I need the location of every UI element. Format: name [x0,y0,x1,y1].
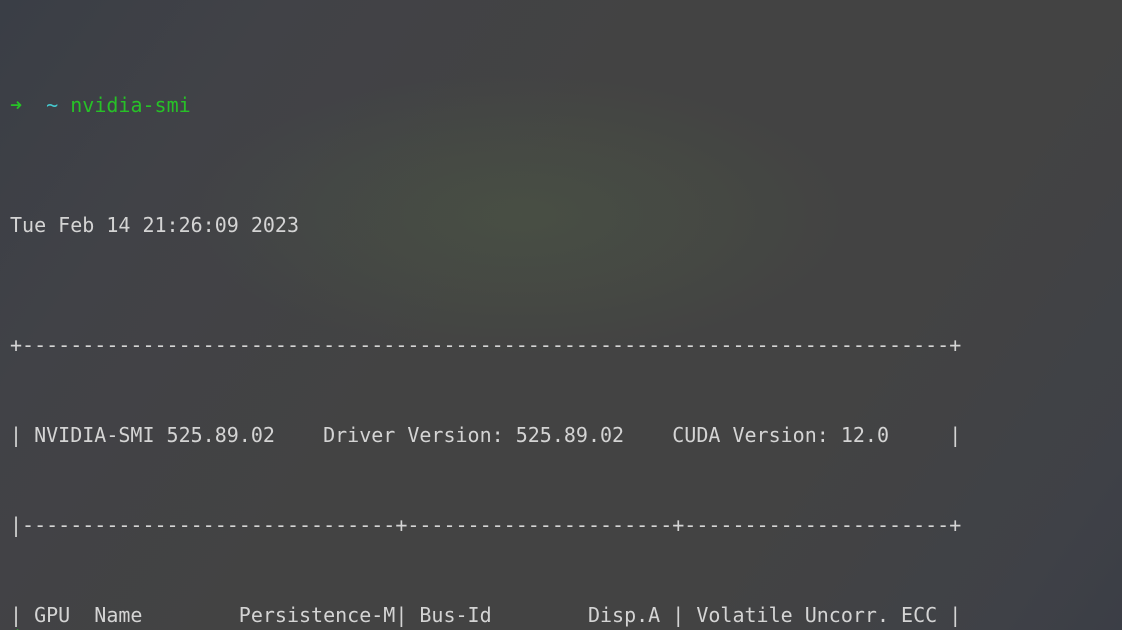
gpu-table-divider-1: |-------------------------------+-------… [10,513,962,537]
prompt-arrow-icon: ➜ [10,93,23,117]
terminal-window[interactable]: ➜ ~ nvidia-smi Tue Feb 14 21:26:09 2023 … [0,0,1122,630]
output-timestamp: Tue Feb 14 21:26:09 2023 [10,213,299,237]
gpu-table-column-header-1: | GPU Name Persistence-M| Bus-Id Disp.A … [10,603,962,627]
prompt-spacer [22,93,46,117]
gpu-table-border-top: +---------------------------------------… [10,333,962,357]
prompt-command: nvidia-smi [70,93,191,117]
gpu-table-header: | NVIDIA-SMI 525.89.02 Driver Version: 5… [10,423,962,447]
terminal-screen: ➜ ~ nvidia-smi Tue Feb 14 21:26:09 2023 … [10,0,961,630]
prompt-cwd: ~ [46,93,59,117]
next-prompt-line[interactable]: ➜ [10,618,22,630]
prompt-line: ➜ ~ nvidia-smi [10,90,961,120]
next-prompt-arrow-icon: ➜ [10,621,22,630]
prompt-spacer-2 [58,93,70,117]
